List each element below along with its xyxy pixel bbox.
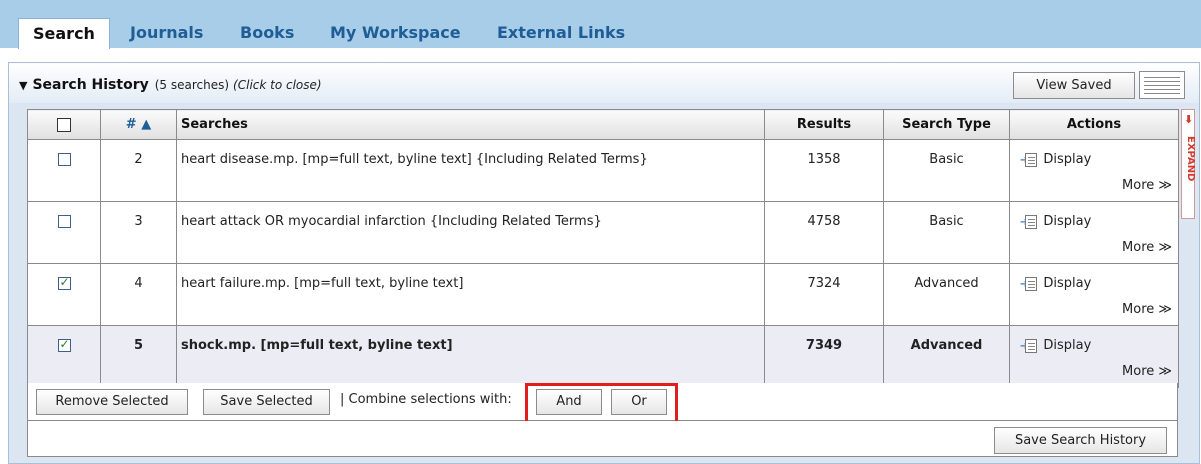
row-actions: ➔ Display More ≫ [1009,263,1179,326]
searches-column-header: Searches [176,109,765,140]
row-query: heart attack OR myocardial infarction {I… [176,201,765,264]
table-row: 3 heart attack OR myocardial infarction … [27,201,1179,264]
row-select-cell [27,201,101,264]
row-results: 1358 [764,139,884,202]
row-select-cell [27,325,101,388]
document-icon [1025,276,1038,291]
row-number: 4 [100,263,177,326]
row-search-type: Advanced [883,263,1010,326]
combine-and-button[interactable]: And [536,389,602,415]
row-number: 3 [100,201,177,264]
save-history-bar: Save Search History [27,421,1178,457]
display-link[interactable]: ➔ Display [1020,276,1091,291]
table-row: 5 shock.mp. [mp=full text, byline text] … [27,325,1179,388]
more-link[interactable]: More ≫ [1122,240,1172,255]
display-link[interactable]: ➔ Display [1020,214,1091,229]
save-selected-button[interactable]: Save Selected [203,389,330,415]
search-type-column-header: Search Type [883,109,1010,140]
row-checkbox[interactable] [57,275,71,290]
document-icon [1025,152,1038,167]
actions-column-header: Actions [1009,109,1179,140]
combine-or-button[interactable]: Or [611,389,667,415]
row-number: 5 [100,325,177,388]
tab-books[interactable]: Books [240,18,294,48]
row-select-cell [27,139,101,202]
display-link[interactable]: ➔ Display [1020,152,1091,167]
row-query: heart failure.mp. [mp=full text, byline … [176,263,765,326]
more-link[interactable]: More ≫ [1122,302,1172,317]
tab-my-workspace[interactable]: My Workspace [330,18,461,48]
row-results: 7349 [764,325,884,388]
more-link[interactable]: More ≫ [1122,364,1172,379]
tab-search[interactable]: Search [18,18,110,49]
row-actions: ➔ Display More ≫ [1009,139,1179,202]
top-tab-bar: Search Journals Books My Workspace Exter… [0,0,1201,49]
search-history-table: # ▲ Searches Results Search Type Actions… [27,109,1179,388]
row-search-type: Basic [883,139,1010,202]
document-icon [1025,338,1038,353]
save-search-history-button[interactable]: Save Search History [994,427,1167,454]
row-query: shock.mp. [mp=full text, byline text] [176,325,765,388]
expand-tab[interactable]: ⬇ EXPAND [1181,109,1196,219]
combine-selections-label: | Combine selections with: [340,392,512,407]
search-history-panel: ▼ Search History (5 searches) (Click to clo… [8,62,1200,464]
row-checkbox[interactable] [57,337,71,352]
table-header-row: # ▲ Searches Results Search Type Actions [27,109,1179,140]
select-all-header [27,109,101,140]
row-checkbox[interactable] [57,215,71,228]
expand-arrow-icon: ⬇ [1184,113,1194,126]
search-history-header[interactable]: ▼ Search History (5 searches) (Click to clo… [9,63,1199,103]
row-number: 2 [100,139,177,202]
row-actions: ➔ Display More ≫ [1009,325,1179,388]
table-row: 4 heart failure.mp. [mp=full text, bylin… [27,263,1179,326]
view-saved-button[interactable]: View Saved [1013,72,1135,99]
row-results: 7324 [764,263,884,326]
results-column-header: Results [764,109,884,140]
row-query: heart disease.mp. [mp=full text, byline … [176,139,765,202]
number-column-header[interactable]: # ▲ [100,109,177,140]
row-search-type: Advanced [883,325,1010,388]
search-history-toggle[interactable]: ▼ Search History (5 searches) (Click to clo… [19,77,322,93]
row-results: 4758 [764,201,884,264]
tab-journals[interactable]: Journals [130,18,203,48]
more-link[interactable]: More ≫ [1122,178,1172,193]
expand-label: EXPAND [1185,136,1196,182]
row-checkbox[interactable] [57,153,71,166]
selection-actions-bar: Remove Selected Save Selected | Combine … [27,383,1178,432]
select-all-checkbox[interactable] [57,117,71,132]
click-to-close-hint: (Click to close) [233,78,322,92]
search-history-title: Search History [32,77,149,93]
display-link[interactable]: ➔ Display [1020,338,1091,353]
row-search-type: Basic [883,201,1010,264]
document-icon [1025,214,1038,229]
search-count: (5 searches) [154,78,230,92]
remove-selected-button[interactable]: Remove Selected [36,389,188,415]
table-row: 2 heart disease.mp. [mp=full text, bylin… [27,139,1179,202]
row-actions: ➔ Display More ≫ [1009,201,1179,264]
row-select-cell [27,263,101,326]
tab-external-links[interactable]: External Links [497,18,625,48]
list-view-icon[interactable] [1139,71,1185,99]
collapse-caret-icon: ▼ [19,79,28,92]
